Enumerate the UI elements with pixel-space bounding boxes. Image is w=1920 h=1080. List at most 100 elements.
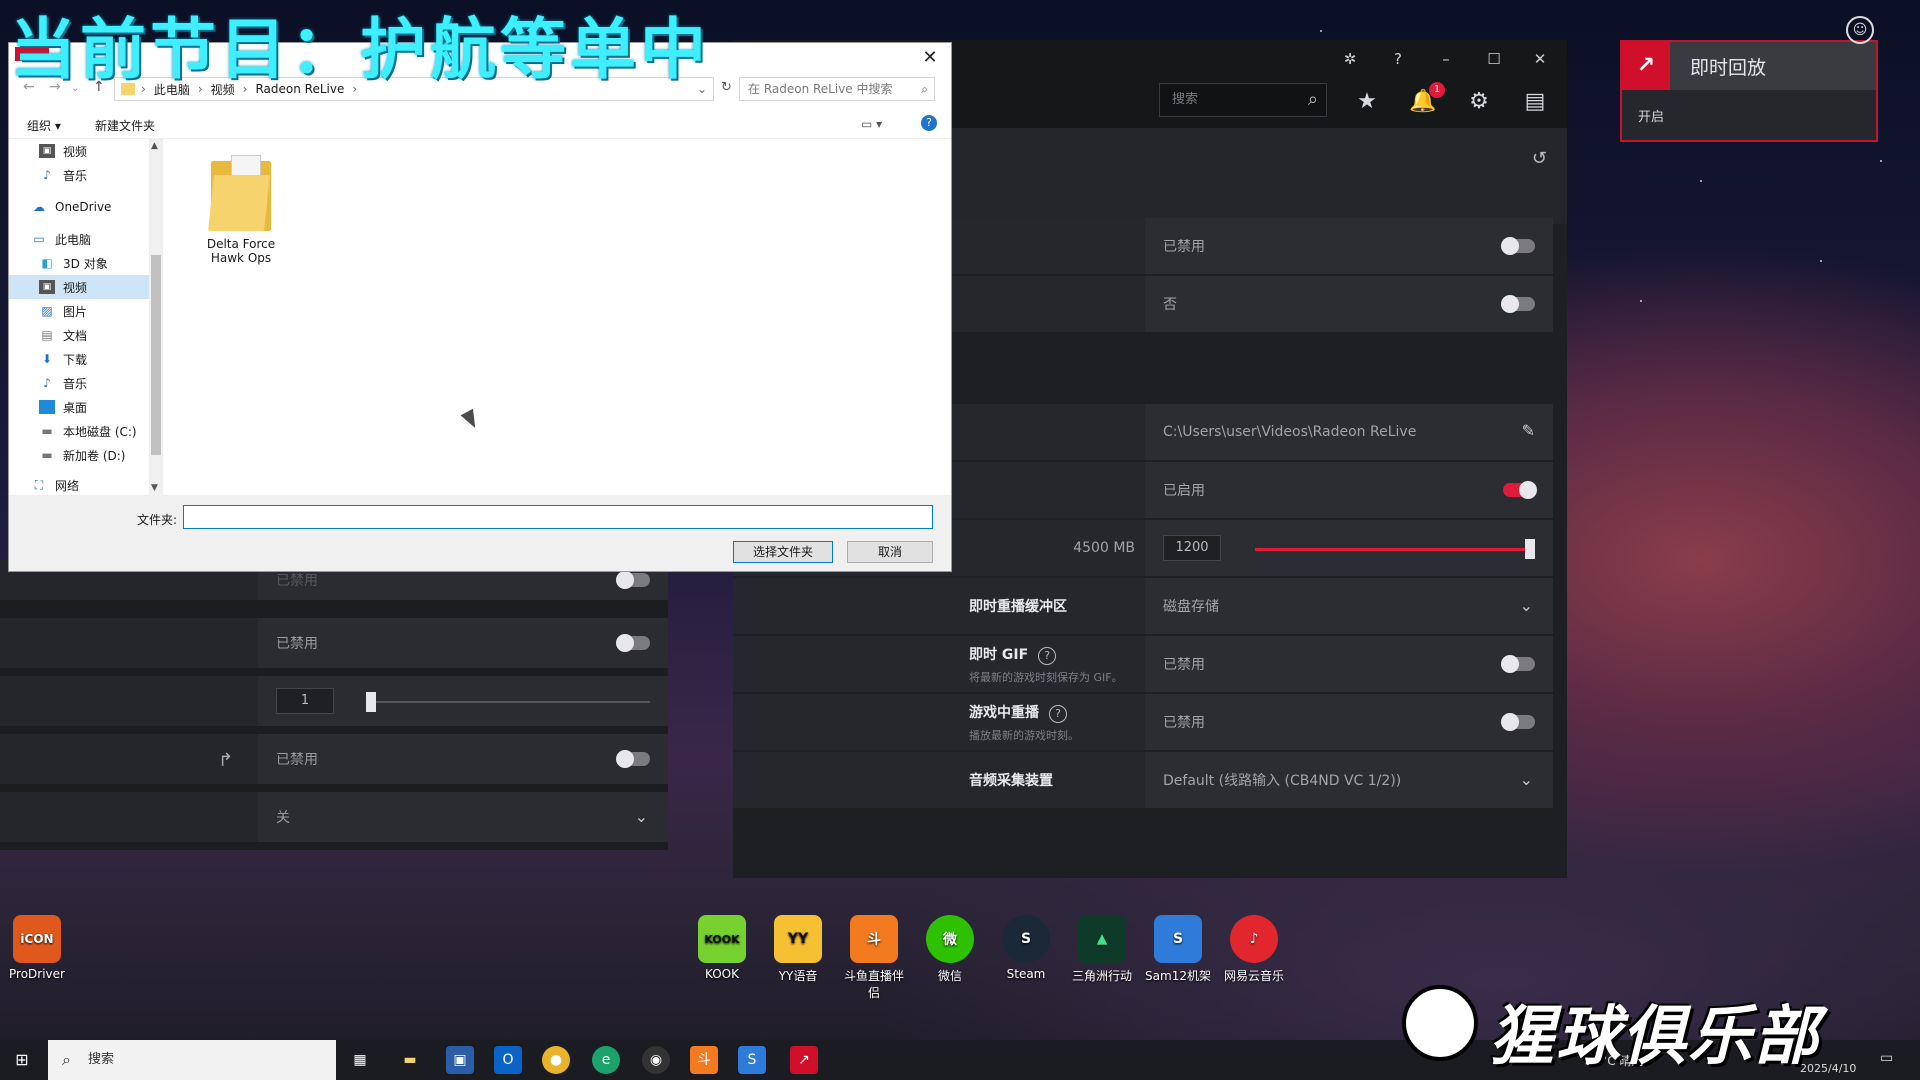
toggle-switch[interactable]: [616, 750, 650, 768]
scroll-thumb[interactable]: [151, 255, 161, 455]
dialog-close-button[interactable]: ✕: [919, 47, 941, 69]
douyu-taskbar-icon[interactable]: 斗: [690, 1046, 718, 1074]
desktop-icon-sam12[interactable]: S Sam12机架: [1143, 915, 1213, 984]
chevron-down-icon: ⌄: [634, 807, 648, 826]
desktop-icon-delta-force[interactable]: ▲ 三角洲行动: [1067, 915, 1137, 984]
toggle-switch[interactable]: [1501, 295, 1535, 313]
toggle-switch[interactable]: [1501, 237, 1535, 255]
gorilla-logo-icon: [1402, 985, 1478, 1061]
nav-item[interactable]: 桌面: [9, 395, 149, 419]
radeon-taskbar-icon[interactable]: ↗: [790, 1046, 818, 1074]
toggle-switch[interactable]: [1501, 655, 1535, 673]
desktop-icon-steam[interactable]: S Steam: [991, 915, 1061, 981]
nav-item[interactable]: ▨ 图片: [9, 299, 149, 323]
help-icon[interactable]: ?: [1383, 48, 1413, 70]
left-row-4-value[interactable]: 关 ⌄: [258, 792, 668, 842]
reset-icon[interactable]: ↺: [1532, 148, 1547, 169]
row-value: 已启用: [1145, 462, 1553, 518]
radeon-search-input[interactable]: 搜索 ⌕: [1159, 83, 1327, 117]
layout-icon[interactable]: ▤: [1521, 88, 1549, 116]
scroll-up-icon[interactable]: ▲: [151, 141, 158, 151]
search-icon: ⌕: [921, 82, 928, 96]
nav-item[interactable]: ▬ 本地磁盘 (C:): [9, 419, 149, 443]
desktop-icon-prodriver[interactable]: iCON ProDriver: [2, 915, 72, 981]
toggle-switch[interactable]: [1501, 713, 1535, 731]
desktop-icon-yy[interactable]: YY YY语音: [763, 915, 833, 984]
nav-item[interactable]: ▣ 视频: [9, 139, 149, 163]
nav-item[interactable]: ▤ 文档: [9, 323, 149, 347]
obs-icon[interactable]: ◉: [642, 1046, 670, 1074]
cancel-button[interactable]: 取消: [847, 541, 933, 563]
store-icon[interactable]: ▣: [446, 1046, 474, 1074]
new-folder-button[interactable]: 新建文件夹: [95, 117, 155, 134]
row-label: 游戏中重播? 播放最新的游戏时刻。: [969, 704, 1079, 742]
maximize-button[interactable]: ☐: [1479, 48, 1509, 70]
edit-icon[interactable]: ✎: [1522, 421, 1535, 440]
number-input[interactable]: 1: [276, 688, 334, 714]
task-view-icon[interactable]: ▦: [346, 1046, 374, 1074]
slider-handle[interactable]: [1525, 539, 1535, 559]
organize-menu[interactable]: 组织 ▾: [27, 117, 61, 134]
nav-item-selected[interactable]: ▣ 视频: [9, 275, 149, 299]
view-options-icon[interactable]: ▭ ▾: [861, 117, 882, 131]
left-row-2: 1: [0, 676, 668, 730]
cube-icon: ◧: [41, 256, 53, 270]
windows-start-icon[interactable]: ⊞: [12, 1050, 32, 1070]
row-value[interactable]: Default (线路输入 (CB4ND VC 1/2)) ⌄: [1145, 752, 1553, 808]
file-explorer-icon[interactable]: ▬: [396, 1046, 424, 1074]
star-icon[interactable]: ★: [1353, 88, 1381, 116]
notification-center-icon[interactable]: ▭: [1880, 1050, 1902, 1070]
share-icon[interactable]: ↱: [218, 750, 233, 771]
sam12-taskbar-icon[interactable]: S: [738, 1046, 766, 1074]
left-row-3-value: 已禁用: [258, 734, 668, 784]
delta-force-icon: ▲: [1078, 915, 1126, 963]
desktop-icon-kook[interactable]: KOOK KOOK: [687, 915, 757, 981]
select-folder-button[interactable]: 选择文件夹: [733, 541, 833, 563]
instant-replay-overlay[interactable]: ↗ 即时回放 开启: [1620, 40, 1878, 142]
close-button[interactable]: ✕: [1525, 48, 1555, 70]
gear-icon[interactable]: ⚙: [1465, 88, 1493, 116]
cloud-icon: ☁: [33, 200, 45, 214]
nav-item[interactable]: ▭ 此电脑: [9, 227, 149, 251]
taskbar-search-input[interactable]: ⌕ 搜索: [48, 1040, 336, 1080]
scroll-down-icon[interactable]: ▼: [151, 483, 158, 493]
edge-icon[interactable]: e: [592, 1046, 620, 1074]
nav-item[interactable]: ☁ OneDrive: [9, 195, 149, 219]
row-value[interactable]: 磁盘存储 ⌄: [1145, 578, 1553, 634]
outlook-icon[interactable]: O: [494, 1046, 522, 1074]
user-account-icon[interactable]: ☺: [1846, 16, 1874, 44]
nav-item[interactable]: ▬ 新加卷 (D:): [9, 443, 149, 467]
number-input[interactable]: 1200: [1163, 535, 1221, 561]
toggle-switch[interactable]: [616, 571, 650, 589]
dialog-search-input[interactable]: 在 Radeon ReLive 中搜索 ⌕: [739, 77, 935, 101]
toggle-switch[interactable]: [1503, 481, 1537, 499]
slider-handle[interactable]: [366, 692, 376, 712]
refresh-icon[interactable]: ↻: [721, 80, 732, 95]
desktop-icon-wechat[interactable]: 微 微信: [915, 915, 985, 984]
help-icon[interactable]: ?: [1038, 646, 1057, 665]
radeon-row-8: 音频采集装置 Default (线路输入 (CB4ND VC 1/2)) ⌄: [733, 752, 1553, 808]
desktop-icon-douyu[interactable]: 斗 斗鱼直播伴侣: [839, 915, 909, 1001]
nav-item[interactable]: ♪ 音乐: [9, 371, 149, 395]
picture-icon: ▨: [41, 304, 53, 318]
chrome-icon[interactable]: ●: [542, 1046, 570, 1074]
row-label: 即时重播缓冲区: [969, 599, 1067, 615]
nav-scrollbar[interactable]: ▲ ▼: [149, 139, 163, 495]
nav-item[interactable]: ⬇ 下载: [9, 347, 149, 371]
bug-report-icon[interactable]: ✲: [1335, 48, 1365, 70]
help-icon[interactable]: ?: [1049, 704, 1067, 723]
minimize-button[interactable]: –: [1431, 48, 1461, 70]
help-icon[interactable]: ?: [921, 115, 937, 131]
radeon-row-7: 游戏中重播? 播放最新的游戏时刻。 已禁用: [733, 694, 1553, 750]
video-icon: ▣: [39, 144, 55, 158]
nav-item[interactable]: ◧ 3D 对象: [9, 251, 149, 275]
folder-item[interactable]: Delta Force Hawk Ops: [195, 155, 287, 265]
toggle-switch[interactable]: [616, 634, 650, 652]
slider-track[interactable]: [366, 692, 650, 712]
nav-item[interactable]: ⛶ 网络: [9, 473, 149, 497]
desktop-icon-netease-music[interactable]: ♪ 网易云音乐: [1219, 915, 1289, 984]
nav-item[interactable]: ♪ 音乐: [9, 163, 149, 187]
slider-track[interactable]: [1255, 539, 1535, 559]
folder-input[interactable]: [183, 505, 933, 529]
settings-panel-left: 已禁用 已禁用 1 ↱ 已禁用 关 ⌄: [0, 560, 668, 850]
